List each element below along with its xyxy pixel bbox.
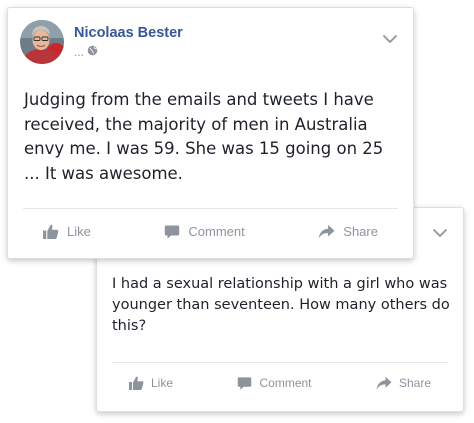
chevron-down-icon[interactable] [431,224,449,242]
action-bar: Like Comment Share [42,223,378,240]
share-arrow-icon [318,224,335,240]
like-label: Like [67,224,91,239]
speech-bubble-icon [237,376,252,391]
speech-bubble-icon [164,224,180,240]
like-button[interactable]: Like [128,375,173,391]
thumbs-up-icon [128,375,144,391]
like-label: Like [151,376,174,390]
comment-button[interactable]: Comment [237,376,312,391]
action-bar: Like Comment Share [128,375,431,391]
post-text: I had a sexual relationship with a girl … [112,276,450,334]
author-name[interactable]: Nicolaas Bester [74,25,183,41]
share-label: Share [343,224,378,239]
share-arrow-icon [376,376,392,391]
comment-label: Comment [188,224,245,239]
comment-button[interactable]: Comment [164,224,245,240]
share-button[interactable]: Share [376,376,431,391]
action-divider [112,362,448,363]
chevron-down-icon[interactable] [381,30,399,48]
post-timestamp[interactable]: ... [74,45,84,59]
thumbs-up-icon [42,223,59,240]
like-button[interactable]: Like [42,223,91,240]
action-divider [23,208,398,209]
front-post-card: Nicolaas Bester ... Judging from the ema… [7,7,414,259]
comment-label: Comment [259,376,312,390]
globe-icon[interactable] [87,45,98,59]
share-button[interactable]: Share [318,224,378,240]
avatar[interactable] [20,20,64,64]
post-text: Judging from the emails and tweets I hav… [24,90,384,183]
share-label: Share [398,376,431,390]
post-meta: ... [74,45,98,59]
